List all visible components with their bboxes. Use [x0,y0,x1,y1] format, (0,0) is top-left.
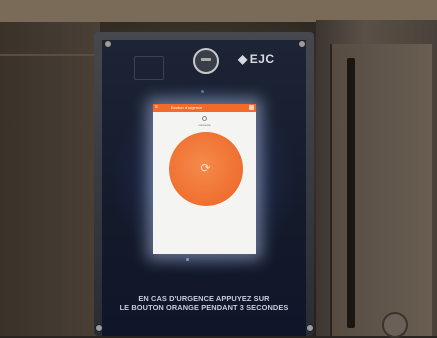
connection-status-text: connecté [198,123,211,127]
diamond-logo-icon: ◆ [238,52,248,66]
screw-bottom-left [95,324,103,332]
app-title: Bouton d'urgence [171,105,203,110]
wall-left [0,22,100,336]
settings-icon[interactable] [249,105,254,110]
seal-bar [201,58,211,61]
app-bar: ≡ Bouton d'urgence [153,104,256,112]
wall-trim [0,54,100,56]
refresh-icon: ⟳ [200,161,211,175]
connection-status-icon [202,116,207,121]
emblem-logo [134,56,164,80]
notice-line-1: EN CAS D'URGENCE APPUYEZ SUR [138,294,270,303]
brand-name: EJC [249,52,275,66]
screw-top-right [298,40,306,48]
brand-logo: ◆ EJC [238,52,275,66]
tablet-screen: ≡ Bouton d'urgence connecté ⟳ [153,104,256,254]
screw-top-left [104,40,112,48]
menu-icon[interactable]: ≡ [155,105,159,110]
door-slot [347,58,355,328]
indicator-dot [186,258,189,261]
door-knob [382,312,408,338]
wall-top-light [0,0,437,22]
notice-line-2: LE BOUTON ORANGE PENDANT 3 SECONDES [119,303,289,312]
emergency-notice: EN CAS D'URGENCE APPUYEZ SUR LE BOUTON O… [104,294,304,312]
seal-logo [193,48,219,74]
screw-bottom-right [306,324,314,332]
emergency-button[interactable]: ⟳ [169,132,243,206]
door-panel [330,44,432,336]
